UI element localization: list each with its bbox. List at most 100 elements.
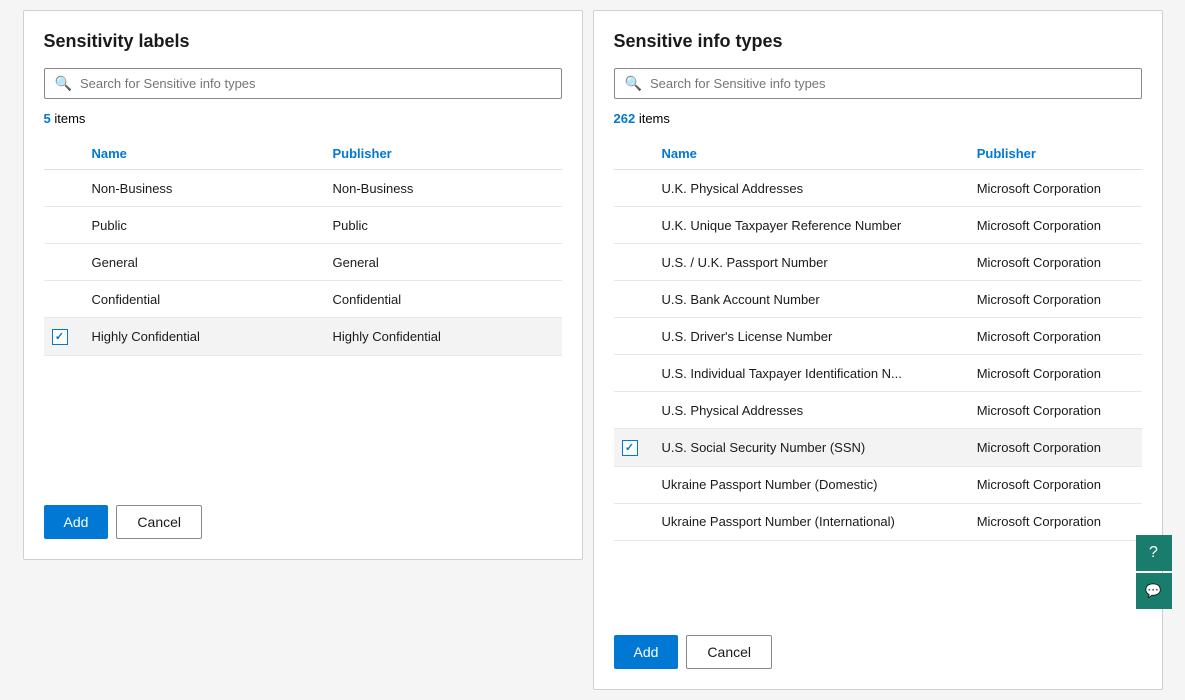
right-search-input[interactable] [650,76,1131,91]
right-row-checkbox-cell[interactable] [614,503,650,540]
right-row-publisher: Microsoft Corporation [965,503,1142,540]
left-count-number: 5 [44,111,51,126]
right-checkbox-empty [622,291,638,307]
left-add-button[interactable]: Add [44,505,109,539]
left-item-count: 5 items [44,111,562,126]
left-col-checkbox [44,138,80,170]
left-panel-title: Sensitivity labels [44,31,562,52]
right-row-publisher: Microsoft Corporation [965,244,1142,281]
left-row-checkbox-cell[interactable] [44,281,80,318]
right-row-publisher: Microsoft Corporation [965,170,1142,207]
right-row-publisher: Microsoft Corporation [965,318,1142,355]
right-table-row[interactable]: U.S. / U.K. Passport NumberMicrosoft Cor… [614,244,1142,281]
left-table-row[interactable]: Highly ConfidentialHighly Confidential [44,318,562,356]
left-row-publisher: Confidential [321,281,562,318]
right-checkbox-empty [622,402,638,418]
right-panel-title: Sensitive info types [614,31,1142,52]
right-table-row[interactable]: U.S. Individual Taxpayer Identification … [614,355,1142,392]
left-row-publisher: Non-Business [321,170,562,207]
left-checkbox-empty [52,254,68,270]
right-row-checkbox-cell[interactable] [614,244,650,281]
left-table-row[interactable]: GeneralGeneral [44,244,562,281]
left-table-row[interactable]: PublicPublic [44,207,562,244]
right-checkbox-empty [622,217,638,233]
right-row-name: Ukraine Passport Number (Domestic) [650,466,965,503]
left-checkbox-empty [52,217,68,233]
right-checkbox-empty [622,477,638,493]
floating-sidebar: ? 💬 [1136,535,1172,609]
left-table-row[interactable]: Non-BusinessNon-Business [44,170,562,207]
left-checkbox-empty [52,291,68,307]
right-table-row[interactable]: U.K. Physical AddressesMicrosoft Corpora… [614,170,1142,207]
right-checkbox-empty [622,180,638,196]
left-row-checkbox-cell[interactable] [44,244,80,281]
left-row-checkbox-cell[interactable] [44,207,80,244]
left-col-name: Name [80,138,321,170]
right-checkbox-checked[interactable] [622,440,638,456]
left-row-publisher: Public [321,207,562,244]
right-search-box[interactable]: 🔍 [614,68,1142,99]
right-row-publisher: Microsoft Corporation [965,355,1142,392]
right-checkbox-empty [622,514,638,530]
left-col-publisher: Publisher [321,138,562,170]
right-count-label: items [639,111,670,126]
left-cancel-button[interactable]: Cancel [116,505,202,539]
right-table-row[interactable]: Ukraine Passport Number (International)M… [614,503,1142,540]
right-table-row[interactable]: U.S. Driver's License NumberMicrosoft Co… [614,318,1142,355]
right-row-publisher: Microsoft Corporation [965,207,1142,244]
right-table-row[interactable]: U.S. Physical AddressesMicrosoft Corpora… [614,392,1142,429]
right-col-name: Name [650,138,965,170]
left-row-publisher: Highly Confidential [321,318,562,356]
left-checkbox-empty [52,180,68,196]
right-row-checkbox-cell[interactable] [614,170,650,207]
right-row-checkbox-cell[interactable] [614,466,650,503]
right-search-icon: 🔍 [625,75,642,92]
right-row-publisher: Microsoft Corporation [965,466,1142,503]
right-row-checkbox-cell[interactable] [614,429,650,467]
right-row-checkbox-cell[interactable] [614,318,650,355]
help-icon-button[interactable]: ? [1136,535,1172,571]
right-cancel-button[interactable]: Cancel [686,635,772,669]
left-button-row: Add Cancel [44,497,562,539]
left-row-publisher: General [321,244,562,281]
right-row-name: U.S. Physical Addresses [650,392,965,429]
right-row-checkbox-cell[interactable] [614,392,650,429]
left-count-label: items [54,111,85,126]
left-checkbox-checked[interactable] [52,329,68,345]
right-row-name: U.K. Unique Taxpayer Reference Number [650,207,965,244]
left-row-checkbox-cell[interactable] [44,318,80,356]
right-count-number: 262 [614,111,636,126]
right-row-publisher: Microsoft Corporation [965,392,1142,429]
left-table-row[interactable]: ConfidentialConfidential [44,281,562,318]
right-row-name: U.S. Driver's License Number [650,318,965,355]
right-row-name: U.S. Individual Taxpayer Identification … [650,355,965,392]
right-row-checkbox-cell[interactable] [614,355,650,392]
right-table-row[interactable]: U.S. Bank Account NumberMicrosoft Corpor… [614,281,1142,318]
left-row-name: Confidential [80,281,321,318]
left-search-input[interactable] [80,76,551,91]
right-item-count: 262 items [614,111,1142,126]
right-table-row[interactable]: U.K. Unique Taxpayer Reference NumberMic… [614,207,1142,244]
right-table-row[interactable]: U.S. Social Security Number (SSN)Microso… [614,429,1142,467]
right-add-button[interactable]: Add [614,635,679,669]
right-row-name: Ukraine Passport Number (International) [650,503,965,540]
chat-icon-button[interactable]: 💬 [1136,573,1172,609]
right-row-checkbox-cell[interactable] [614,207,650,244]
sensitive-info-types-panel: Sensitive info types 🔍 262 items Name Pu… [593,10,1163,690]
left-row-name: General [80,244,321,281]
right-row-name: U.K. Physical Addresses [650,170,965,207]
left-row-checkbox-cell[interactable] [44,170,80,207]
left-table-container: Name Publisher Non-BusinessNon-BusinessP… [44,138,562,485]
sensitivity-labels-panel: Sensitivity labels 🔍 5 items Name Publis… [23,10,583,560]
right-checkbox-empty [622,365,638,381]
right-table: Name Publisher U.K. Physical AddressesMi… [614,138,1142,541]
left-row-name: Highly Confidential [80,318,321,356]
right-row-checkbox-cell[interactable] [614,281,650,318]
right-button-row: Add Cancel [614,627,1142,669]
right-checkbox-empty [622,328,638,344]
right-table-row[interactable]: Ukraine Passport Number (Domestic)Micros… [614,466,1142,503]
left-search-box[interactable]: 🔍 [44,68,562,99]
right-row-name: U.S. Bank Account Number [650,281,965,318]
right-checkbox-empty [622,254,638,270]
right-col-publisher: Publisher [965,138,1142,170]
